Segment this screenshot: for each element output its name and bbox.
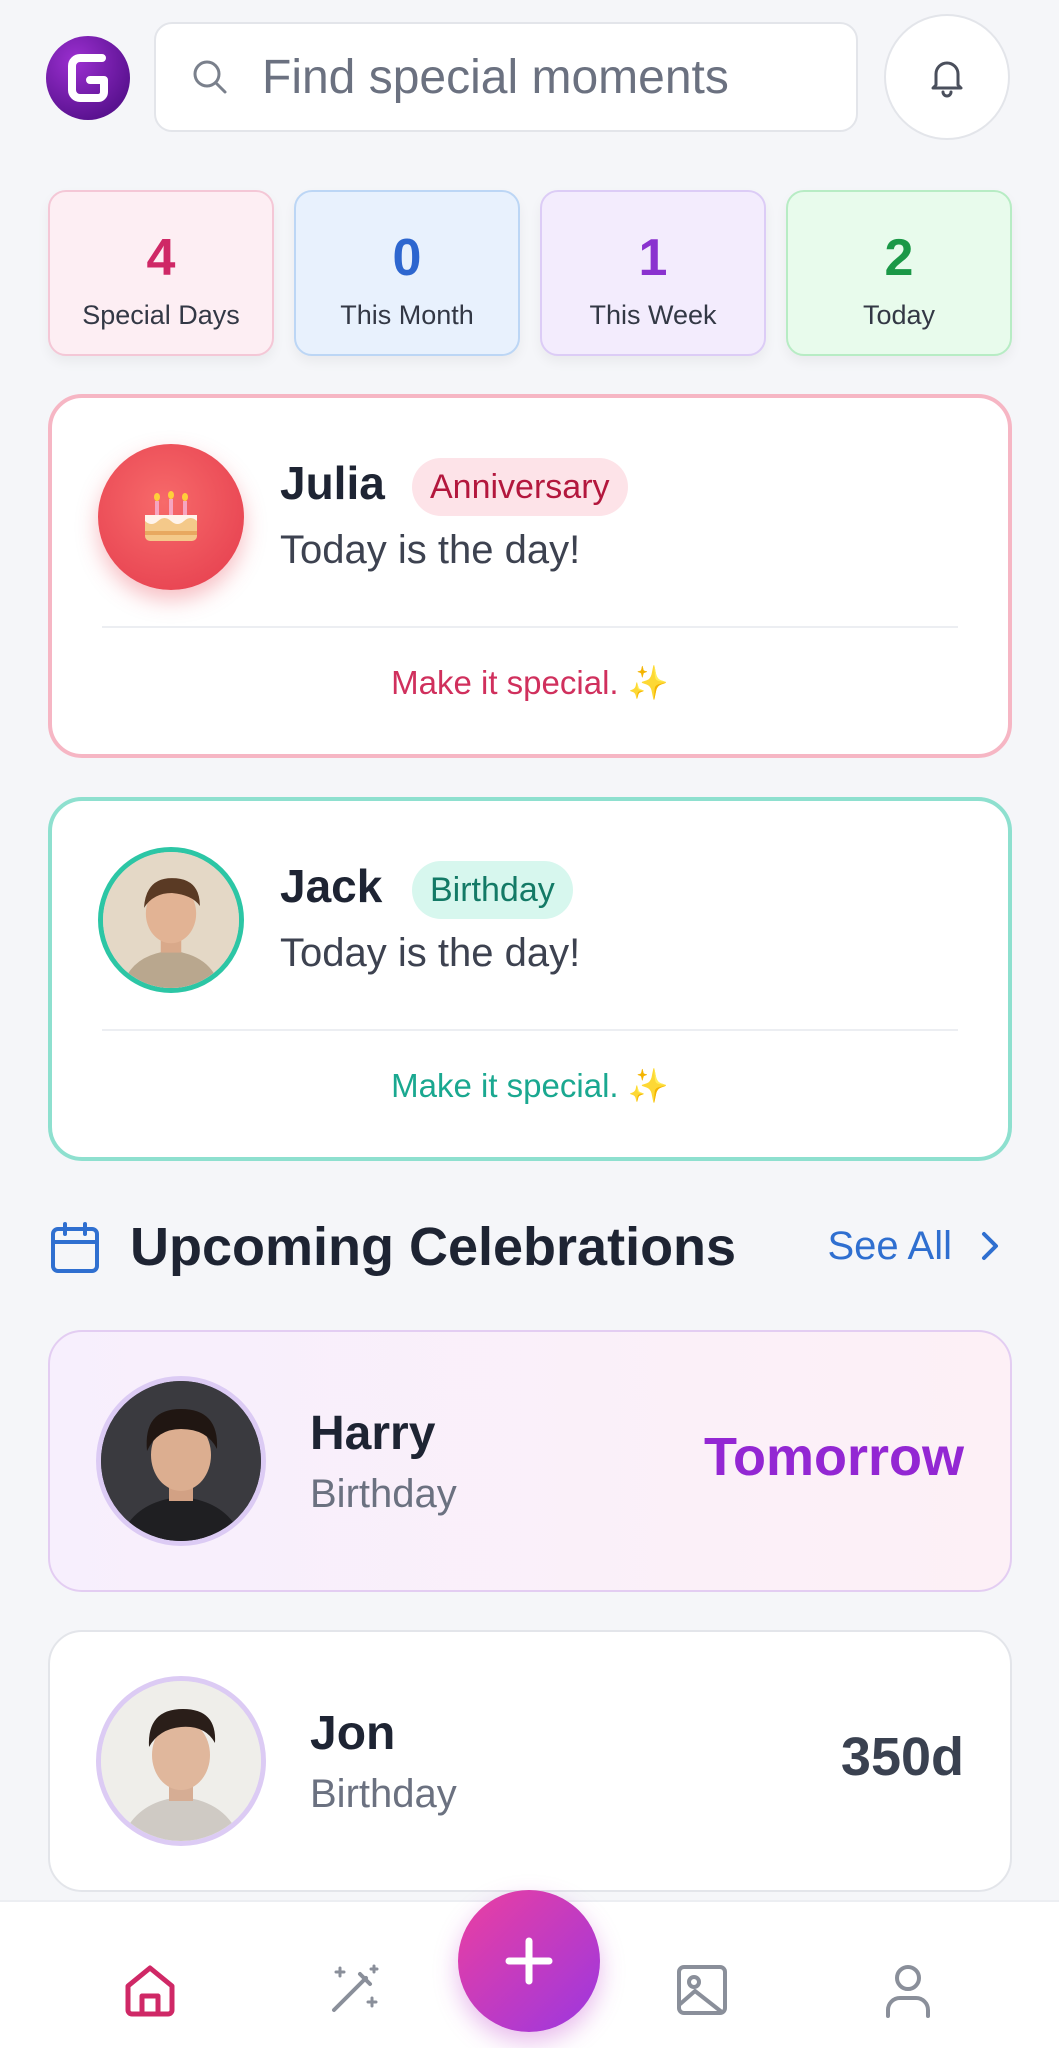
avatar xyxy=(96,1676,266,1846)
nav-gallery[interactable] xyxy=(670,1958,734,2022)
notifications-button[interactable] xyxy=(884,14,1010,140)
top-bar: Find special moments xyxy=(0,14,1059,144)
stat-value: 1 xyxy=(638,229,668,287)
person-photo xyxy=(103,852,239,988)
make-special-link[interactable]: Make it special. ✨ xyxy=(52,664,1008,703)
stat-value: 2 xyxy=(884,229,914,287)
search-placeholder: Find special moments xyxy=(262,50,729,104)
logo-glyph xyxy=(68,54,108,102)
avatar xyxy=(98,444,244,590)
countdown: 350d xyxy=(840,1727,964,1787)
occasion-type: Birthday xyxy=(310,1472,457,1516)
stat-special-days[interactable]: 4 Special Days xyxy=(48,190,274,356)
occasion-type: Birthday xyxy=(310,1772,457,1816)
app-logo[interactable] xyxy=(46,36,130,120)
add-icon xyxy=(505,1937,553,1985)
nav-profile[interactable] xyxy=(876,1958,940,2022)
person-photo xyxy=(101,1381,261,1541)
search-bar[interactable]: Find special moments xyxy=(154,22,858,132)
upcoming-header: Upcoming Celebrations See All xyxy=(48,1210,1012,1282)
cta-text: Make it special. xyxy=(391,664,619,701)
person-name: Julia xyxy=(280,457,385,509)
occasion-badge: Anniversary xyxy=(412,458,628,516)
today-card-julia[interactable]: Julia Anniversary Today is the day! Make… xyxy=(48,394,1012,758)
person-name: Jack xyxy=(280,860,383,912)
person-name: Harry xyxy=(310,1407,436,1460)
today-subtitle: Today is the day! xyxy=(280,528,581,572)
nav-magic[interactable] xyxy=(322,1958,386,2022)
avatar xyxy=(96,1376,266,1546)
make-special-link[interactable]: Make it special. ✨ xyxy=(52,1067,1008,1106)
upcoming-card-harry[interactable]: Harry Birthday Tomorrow xyxy=(48,1330,1012,1592)
magic-wand-icon xyxy=(332,1964,379,2012)
avatar xyxy=(98,847,244,993)
add-button[interactable] xyxy=(458,1890,600,2032)
stat-label: Today xyxy=(862,300,936,330)
profile-icon xyxy=(886,1965,930,2018)
stat-value: 0 xyxy=(392,229,422,287)
occasion-badge: Birthday xyxy=(412,861,573,919)
stat-value: 4 xyxy=(146,229,176,287)
divider xyxy=(102,1029,958,1031)
upcoming-card-jon[interactable]: Jon Birthday 350d xyxy=(48,1630,1012,1892)
search-icon xyxy=(193,60,227,94)
home-icon xyxy=(125,1965,175,2017)
nav-home[interactable] xyxy=(118,1958,182,2022)
today-subtitle: Today is the day! xyxy=(280,931,581,975)
stat-label: This Week xyxy=(589,300,717,330)
see-all-link[interactable]: See All xyxy=(827,1224,952,1269)
calendar-icon xyxy=(51,1222,99,1273)
stat-this-week[interactable]: 1 This Week xyxy=(540,190,766,356)
person-name: Jon xyxy=(310,1707,396,1760)
birthday-cake-icon xyxy=(145,491,197,541)
gallery-icon xyxy=(677,1965,727,2015)
sparkle-icon: ✨ xyxy=(627,1067,669,1104)
person-photo xyxy=(101,1681,261,1841)
chevron-right-icon[interactable] xyxy=(978,1230,1002,1262)
stat-label: This Month xyxy=(340,300,474,330)
divider xyxy=(102,626,958,628)
section-title: Upcoming Celebrations xyxy=(130,1217,737,1277)
cta-text: Make it special. xyxy=(391,1067,619,1104)
bell-icon xyxy=(931,61,963,98)
stat-today[interactable]: 2 Today xyxy=(786,190,1012,356)
stats-row: 4 Special Days 0 This Month 1 This Week … xyxy=(48,190,1012,356)
stat-this-month[interactable]: 0 This Month xyxy=(294,190,520,356)
countdown: Tomorrow xyxy=(704,1427,964,1487)
today-card-jack[interactable]: Jack Birthday Today is the day! Make it … xyxy=(48,797,1012,1161)
stat-label: Special Days xyxy=(82,300,240,330)
sparkle-icon: ✨ xyxy=(627,664,669,701)
